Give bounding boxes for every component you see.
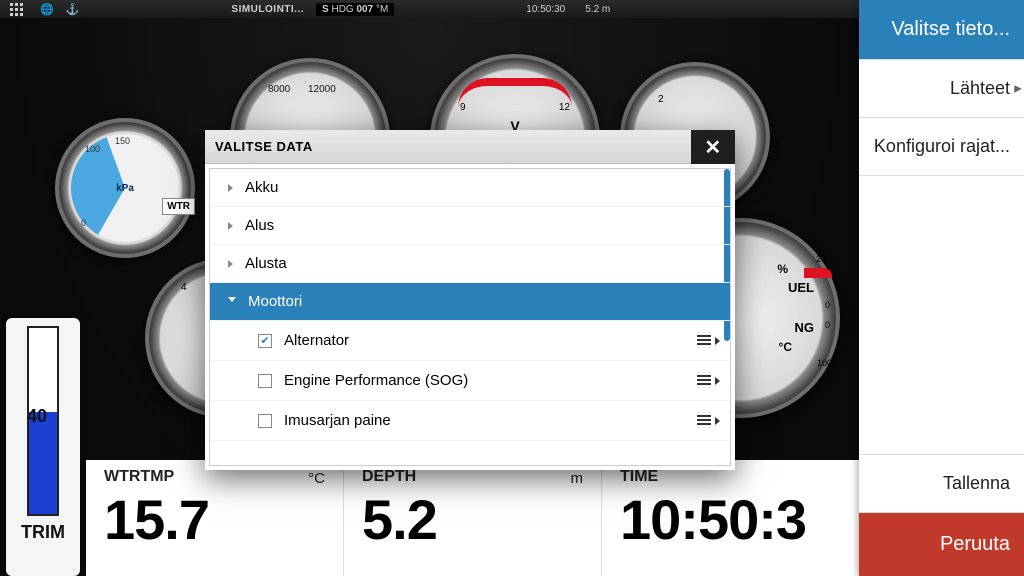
- close-button[interactable]: ✕: [691, 130, 735, 164]
- chevron-right-icon: ▶: [1014, 83, 1022, 94]
- chevron-right-icon: [715, 417, 720, 425]
- tree-leaf-engine-performance[interactable]: Engine Performance (SOG): [210, 361, 730, 401]
- expand-icon: [228, 260, 233, 268]
- sim-label: SIMULOINTI...: [231, 4, 304, 15]
- side-menu: Valitse tieto... Lähteet ▶ Konfiguroi ra…: [859, 0, 1024, 576]
- list-icon: [697, 335, 711, 347]
- gauge-panel: 100 150 0 kPa WTR 8000 12000 9 12 V 2 % …: [0, 18, 859, 576]
- tree-leaf-alternator[interactable]: ✔ Alternator: [210, 321, 730, 361]
- menu-header[interactable]: Valitse tieto...: [859, 0, 1024, 60]
- globe-icon: 🌐: [40, 3, 54, 16]
- checkbox-icon[interactable]: [258, 414, 272, 428]
- readout-wtrtmp[interactable]: WTRTMP °C 15.7: [86, 460, 343, 576]
- tree-node-moottori[interactable]: Moottori: [210, 283, 730, 321]
- trim-value: 40: [27, 406, 47, 427]
- readout-time[interactable]: TIME 10:50:3: [601, 460, 859, 576]
- gauge-water-pressure: 100 150 0 kPa WTR: [55, 118, 195, 258]
- clock: 10:50:30: [526, 4, 565, 15]
- list-icon: [697, 375, 711, 387]
- readout-band: WTRTMP °C 15.7 DEPTH m 5.2 TIME 10:50:3: [86, 460, 859, 576]
- menu-save[interactable]: Tallenna: [859, 454, 1024, 513]
- select-data-dialog: VALITSE DATA ✕ Akku Alus Alusta Moottori: [205, 130, 735, 470]
- dialog-title: VALITSE DATA ✕: [205, 130, 735, 164]
- readout-depth[interactable]: DEPTH m 5.2: [343, 460, 601, 576]
- expand-icon: [228, 184, 233, 192]
- list-icon: [697, 415, 711, 427]
- wtr-label: WTR: [162, 198, 195, 215]
- data-tree[interactable]: Akku Alus Alusta Moottori ✔ Alternator: [209, 168, 731, 466]
- menu-sources[interactable]: Lähteet ▶: [859, 60, 1024, 118]
- tree-leaf-imusarjan-paine[interactable]: Imusarjan paine: [210, 401, 730, 441]
- expand-icon: [228, 222, 233, 230]
- menu-cancel[interactable]: Peruuta: [859, 513, 1024, 576]
- tree-node-alus[interactable]: Alus: [210, 207, 730, 245]
- trim-gauge: 40 TRIM: [6, 318, 80, 576]
- anchor-icon: ⚓: [66, 3, 80, 16]
- menu-configure-limits[interactable]: Konfiguroi rajat...: [859, 118, 1024, 176]
- checkbox-checked-icon[interactable]: ✔: [258, 334, 272, 348]
- apps-icon[interactable]: [4, 1, 28, 17]
- collapse-icon: [228, 297, 236, 306]
- chevron-right-icon: [715, 377, 720, 385]
- depth-mini: 5.2 m: [585, 4, 610, 15]
- tree-node-akku[interactable]: Akku: [210, 169, 730, 207]
- heading-readout: S HDG 007 °M: [316, 3, 394, 16]
- close-icon: ✕: [704, 135, 721, 160]
- trim-label: TRIM: [12, 522, 74, 543]
- tree-node-alusta[interactable]: Alusta: [210, 245, 730, 283]
- checkbox-icon[interactable]: [258, 374, 272, 388]
- chevron-right-icon: [715, 337, 720, 345]
- status-bar: 🌐 ⚓ SIMULOINTI... S HDG 007 °M 10:50:30 …: [0, 0, 859, 18]
